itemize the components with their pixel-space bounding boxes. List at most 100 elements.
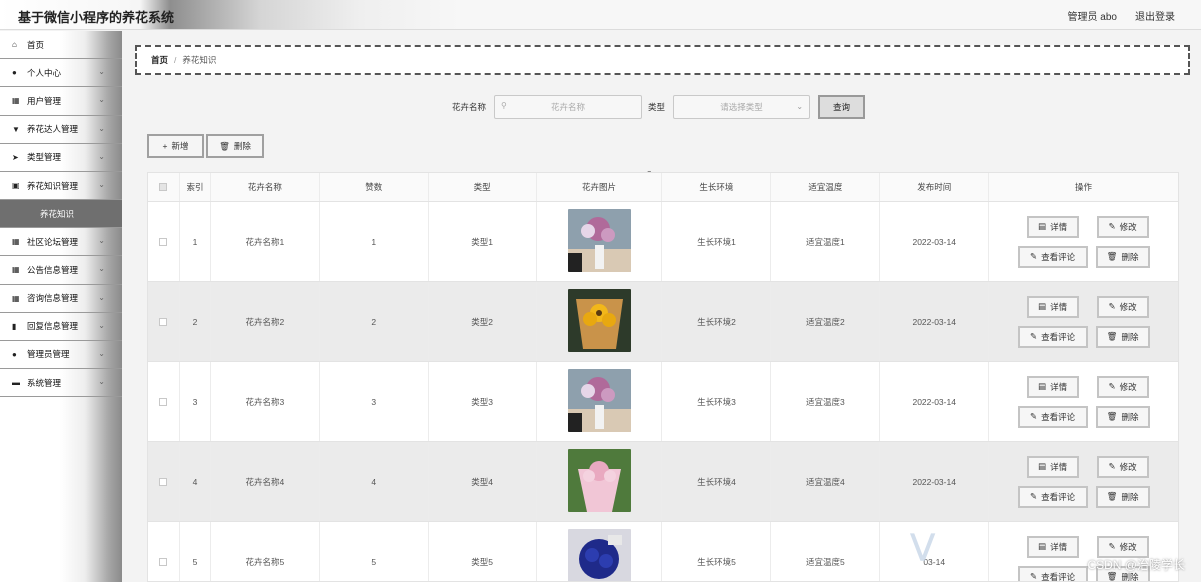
cell-type: 类型1 xyxy=(429,202,537,281)
row-checkbox[interactable] xyxy=(148,282,180,361)
cell-actions: ▤ 详情 ✎ 修改 ✎ 查看评论 🗑 删除 xyxy=(989,362,1178,441)
cell-likes: 3 xyxy=(320,362,429,441)
edit-button[interactable]: ✎ 修改 xyxy=(1096,455,1149,478)
row-delete-button[interactable]: 🗑 删除 xyxy=(1095,245,1150,268)
edit-button[interactable]: ✎ 修改 xyxy=(1096,295,1149,318)
top-bar: 基于微信小程序的养花系统 管理员 abo 退出登录 xyxy=(0,0,1201,30)
sidebar-item[interactable]: ▦ 公告信息管理 ⌄ xyxy=(0,256,122,285)
detail-button[interactable]: ▤ 详情 xyxy=(1026,455,1079,478)
chevron-down-icon: ⌄ xyxy=(98,377,105,387)
sidebar-item[interactable]: ▣ 养花知识管理 ⌄ xyxy=(0,172,122,201)
table-row: 1 花卉名称1 1 类型1 生长环境1 适宜温度1 2022-03-14 ▤ 详情 ✎ 修改 ✎ 查看评… xyxy=(148,202,1178,282)
add-button[interactable]: + 新增 xyxy=(147,134,204,158)
cell-index: 5 xyxy=(180,522,211,581)
cell-date: 2022-03-14 xyxy=(880,442,990,521)
logout-link[interactable]: 退出登录 xyxy=(1135,8,1175,23)
cell-name: 花卉名称1 xyxy=(211,202,320,281)
chevron-down-icon: ⌄ xyxy=(98,179,105,189)
view-comments-button[interactable]: ✎ 查看评论 xyxy=(1017,245,1088,268)
row-delete-button[interactable]: 🗑 删除 xyxy=(1095,405,1150,428)
pencil-icon: ✎ xyxy=(1029,491,1038,501)
sidebar-item-label: 养花达人管理 xyxy=(27,124,79,135)
home-icon: ⌂ xyxy=(12,40,17,50)
plus-icon: + xyxy=(162,141,168,151)
flower-thumbnail[interactable] xyxy=(567,209,631,274)
sidebar-subitem-active[interactable]: 养花知识 xyxy=(0,200,122,229)
header-image: 花卉图片 xyxy=(537,173,663,201)
type-select[interactable]: 请选择类型 ⌄ xyxy=(673,95,811,119)
view-comments-button[interactable]: ✎ 查看评论 xyxy=(1017,405,1088,428)
row-checkbox[interactable] xyxy=(148,442,180,521)
edit-button-label: 修改 xyxy=(1119,301,1137,312)
cell-date: 2022-03-14 xyxy=(880,362,990,441)
edit-button-label: 修改 xyxy=(1119,541,1137,552)
sidebar-item-label: 首页 xyxy=(27,39,45,50)
detail-button-label: 详情 xyxy=(1050,381,1068,392)
row-checkbox[interactable] xyxy=(148,202,180,281)
sidebar-item[interactable]: ▼ 养花达人管理 ⌄ xyxy=(0,116,122,144)
detail-button[interactable]: ▤ 详情 xyxy=(1026,215,1079,238)
cell-environment: 生长环境4 xyxy=(662,442,772,521)
sidebar-item[interactable]: ▮ 回复信息管理 ⌄ xyxy=(0,313,122,341)
row-checkbox[interactable] xyxy=(148,522,180,581)
pencil-icon: ✎ xyxy=(1108,381,1116,391)
row-delete-button[interactable]: 🗑 删除 xyxy=(1095,485,1150,508)
flower-thumbnail[interactable] xyxy=(567,369,631,434)
header-likes: 赞数 xyxy=(320,173,429,201)
row-delete-button[interactable]: 🗑 删除 xyxy=(1095,325,1150,348)
sidebar-item[interactable]: ▦ 咨询信息管理 ⌄ xyxy=(0,285,122,313)
row-delete-label: 删除 xyxy=(1121,331,1139,342)
header-temperature: 适宜温度 xyxy=(771,173,881,201)
chevron-down-icon: ⌄ xyxy=(98,67,105,77)
cell-date: 2022-03-14 xyxy=(880,202,990,281)
view-comments-label: 查看评论 xyxy=(1041,411,1076,422)
sidebar-item[interactable]: ● 个人中心 ⌄ xyxy=(0,59,122,88)
view-comments-label: 查看评论 xyxy=(1041,571,1076,582)
checkbox-box xyxy=(159,317,168,326)
document-icon: ▤ xyxy=(1038,301,1047,311)
view-comments-button[interactable]: ✎ 查看评论 xyxy=(1017,565,1088,582)
chevron-down-icon: ⌄ xyxy=(796,102,804,111)
sidebar-item[interactable]: ➤ 类型管理 ⌄ xyxy=(0,144,122,172)
watermark-logo-icon: ⋁ xyxy=(910,529,936,562)
flower-thumbnail[interactable] xyxy=(567,289,631,354)
chevron-down-icon: ⌄ xyxy=(98,292,105,302)
sidebar-item-label: 用户管理 xyxy=(27,95,62,106)
bar-chart-icon: ▮ xyxy=(12,321,17,331)
header-index: 索引 xyxy=(180,173,211,201)
type-select-placeholder: 请选择类型 xyxy=(720,102,763,112)
sidebar-item[interactable]: ▦ 社区论坛管理 ⌄ xyxy=(0,228,122,257)
detail-button[interactable]: ▤ 详情 xyxy=(1026,375,1079,398)
sidebar-item[interactable]: ▦ 用户管理 ⌄ xyxy=(0,87,122,116)
cell-temperature: 适宜温度5 xyxy=(771,522,881,581)
sidebar-item[interactable]: ● 管理员管理 ⌄ xyxy=(0,341,122,370)
edit-button[interactable]: ✎ 修改 xyxy=(1096,375,1149,398)
edit-button[interactable]: ✎ 修改 xyxy=(1096,215,1149,238)
table-row: 2 花卉名称2 2 类型2 生长环境2 适宜温度2 2022-03-14 ▤ 详情 ✎ 修改 ✎ 查看评… xyxy=(148,282,1178,362)
sidebar-item[interactable]: ⌂ 首页 xyxy=(0,31,122,60)
checkbox-box xyxy=(159,557,168,566)
view-comments-button[interactable]: ✎ 查看评论 xyxy=(1017,485,1088,508)
grid-icon: ▦ xyxy=(12,96,20,106)
table-row: 5 花卉名称5 5 类型5 生长环境5 适宜温度5 03-14 ▤ 详情 ✎ 修改 ✎ 查看评论 🗑 删除 xyxy=(148,522,1178,582)
header-name: 花卉名称 xyxy=(211,173,320,201)
add-button-label: 新增 xyxy=(171,141,189,151)
row-checkbox[interactable] xyxy=(148,362,180,441)
cell-index: 3 xyxy=(180,362,211,441)
type-filter-label: 类型 xyxy=(648,102,666,112)
select-all-checkbox[interactable] xyxy=(148,173,180,201)
flower-thumbnail[interactable] xyxy=(567,529,631,581)
detail-button[interactable]: ▤ 详情 xyxy=(1026,535,1079,558)
flower-thumbnail[interactable] xyxy=(567,449,631,514)
document-icon: ▤ xyxy=(1038,541,1047,551)
header-environment: 生长环境 xyxy=(662,173,772,201)
name-filter-input[interactable] xyxy=(495,96,642,118)
edit-button[interactable]: ✎ 修改 xyxy=(1096,535,1149,558)
breadcrumb-home[interactable]: 首页 xyxy=(151,54,168,66)
query-button[interactable]: 查询 xyxy=(818,95,866,119)
table-row: 4 花卉名称4 4 类型4 生长环境4 适宜温度4 2022-03-14 ▤ 详情 ✎ 修改 ✎ 查看评… xyxy=(148,442,1178,522)
bulk-delete-button[interactable]: 🗑 删除 xyxy=(206,134,264,158)
detail-button[interactable]: ▤ 详情 xyxy=(1026,295,1079,318)
sidebar-item[interactable]: ▬ 系统管理 ⌄ xyxy=(0,369,122,398)
view-comments-button[interactable]: ✎ 查看评论 xyxy=(1017,325,1088,348)
